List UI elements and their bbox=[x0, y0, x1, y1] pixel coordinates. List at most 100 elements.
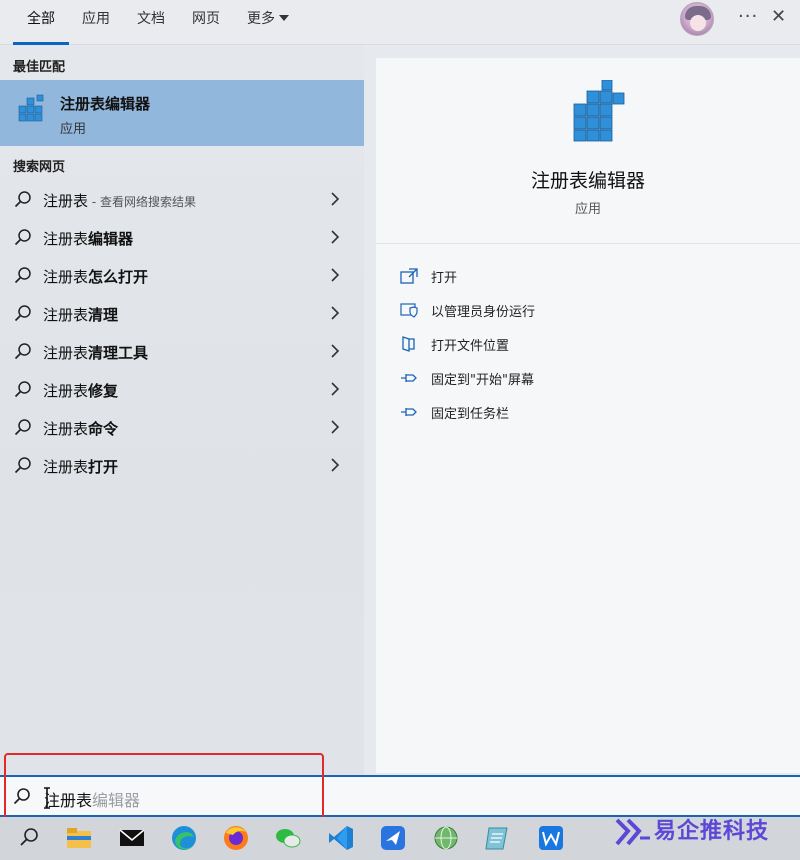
result-prefix: 注册表 bbox=[43, 306, 89, 324]
avatar[interactable] bbox=[680, 2, 714, 36]
feishu-icon[interactable] bbox=[378, 823, 408, 853]
result-suffix: 打开 bbox=[88, 458, 119, 476]
action-label: 以管理员身份运行 bbox=[431, 305, 536, 320]
wps-icon[interactable] bbox=[536, 823, 566, 853]
search-icon bbox=[13, 788, 30, 805]
result-label: 注册表命令 bbox=[43, 418, 118, 439]
action-item[interactable]: 以管理员身份运行 bbox=[376, 295, 800, 325]
app-type: 应用 bbox=[574, 202, 601, 217]
action-label: 固定到任务栏 bbox=[431, 407, 510, 422]
divider bbox=[376, 243, 800, 244]
tab-apps-label: 应用 bbox=[82, 11, 110, 27]
search-icon bbox=[14, 191, 31, 208]
result-prefix: 注册表 bbox=[43, 344, 89, 362]
file-explorer-icon[interactable] bbox=[64, 823, 94, 853]
web-search-result[interactable]: 注册表清理工具 bbox=[0, 333, 364, 371]
result-suffix: 清理 bbox=[88, 306, 119, 324]
watermark-logo-icon bbox=[615, 818, 650, 846]
result-prefix: 注册表 bbox=[43, 192, 89, 210]
edge-icon[interactable] bbox=[169, 823, 199, 853]
result-label: 注册表打开 bbox=[43, 456, 118, 477]
action-label: 打开 bbox=[431, 271, 458, 286]
search-input[interactable]: 注册表编辑器 bbox=[44, 787, 140, 811]
search-icon bbox=[14, 419, 31, 436]
web-search-result[interactable]: 注册表清理 bbox=[0, 295, 364, 333]
avatar-face bbox=[690, 15, 706, 31]
chevron-right-icon[interactable] bbox=[329, 266, 341, 284]
best-match-heading: 最佳匹配 bbox=[13, 60, 66, 75]
web-search-result[interactable]: 注册表 - 查看网络搜索结果 bbox=[0, 181, 364, 219]
result-suffix: 命令 bbox=[88, 420, 119, 438]
best-match-item[interactable]: 注册表编辑器 应用 bbox=[0, 80, 364, 146]
result-label: 注册表编辑器 bbox=[43, 228, 133, 249]
watermark-text: 易企推科技 bbox=[654, 819, 770, 844]
web-search-result[interactable]: 注册表修复 bbox=[0, 371, 364, 409]
best-match-name: 注册表编辑器 bbox=[60, 95, 151, 113]
app-title: 注册表编辑器 bbox=[530, 170, 645, 192]
shield-icon bbox=[400, 303, 418, 318]
tab-apps[interactable]: 应用 bbox=[82, 0, 110, 45]
search-suggestion-text: 编辑器 bbox=[92, 791, 141, 810]
tab-documents-label: 文档 bbox=[137, 11, 165, 27]
search-icon[interactable] bbox=[14, 823, 44, 853]
pin-icon bbox=[401, 408, 417, 416]
search-icon bbox=[14, 305, 31, 322]
action-label: 打开文件位置 bbox=[431, 339, 510, 354]
watermark: 易企推科技 bbox=[614, 813, 769, 853]
action-item[interactable]: 固定到任务栏 bbox=[376, 397, 800, 427]
result-suffix: 清理工具 bbox=[88, 344, 149, 362]
result-prefix: 注册表 bbox=[43, 268, 89, 286]
chevron-right-icon[interactable] bbox=[329, 304, 341, 322]
result-suffix: 编辑器 bbox=[88, 230, 134, 248]
action-item[interactable]: 固定到"开始"屏幕 bbox=[376, 363, 800, 393]
globe-icon[interactable] bbox=[431, 823, 461, 853]
web-search-result[interactable]: 注册表怎么打开 bbox=[0, 257, 364, 295]
chevron-right-icon[interactable] bbox=[329, 228, 341, 246]
registry-editor-large-icon bbox=[573, 80, 625, 142]
details-pane: 注册表编辑器 应用 打开以管理员身份运行 打开文件位置固定到"开始"屏幕固定到任务… bbox=[376, 58, 800, 773]
search-icon bbox=[14, 381, 31, 398]
wechat-icon[interactable] bbox=[273, 823, 303, 853]
scope-tab-bar: 全部 应用 文档 网页 更多 ··· ✕ bbox=[0, 0, 800, 45]
tab-all[interactable]: 全部 bbox=[13, 0, 69, 45]
result-label: 注册表清理工具 bbox=[43, 342, 148, 363]
notes-icon[interactable] bbox=[483, 823, 513, 853]
vscode-icon[interactable] bbox=[326, 823, 356, 853]
chevron-right-icon[interactable] bbox=[329, 190, 341, 208]
result-prefix: 注册表 bbox=[43, 458, 89, 476]
web-search-result[interactable]: 注册表打开 bbox=[0, 447, 364, 485]
result-subtext: - 查看网络搜索结果 bbox=[88, 195, 196, 209]
tab-documents[interactable]: 文档 bbox=[137, 0, 165, 45]
tab-web[interactable]: 网页 bbox=[192, 0, 220, 45]
chevron-right-icon[interactable] bbox=[329, 380, 341, 398]
pin-icon bbox=[401, 374, 417, 382]
web-search-result[interactable]: 注册表命令 bbox=[0, 409, 364, 447]
search-icon bbox=[14, 229, 31, 246]
chevron-right-icon[interactable] bbox=[329, 342, 341, 360]
more-options-button[interactable]: ··· bbox=[738, 6, 758, 27]
web-search-result[interactable]: 注册表编辑器 bbox=[0, 219, 364, 257]
text-cursor-icon bbox=[44, 787, 50, 809]
result-label: 注册表修复 bbox=[43, 380, 118, 401]
chevron-down-icon bbox=[279, 15, 289, 21]
action-item[interactable]: 打开文件位置 bbox=[376, 329, 800, 359]
chevron-right-icon[interactable] bbox=[329, 418, 341, 436]
best-match-type: 应用 bbox=[60, 122, 87, 137]
tab-web-label: 网页 bbox=[192, 11, 220, 27]
results-pane: 最佳匹配 注册表编辑器 应用 搜索网页 注册表 - 查看网络搜索结果 注册表编辑器… bbox=[0, 45, 364, 775]
search-icon bbox=[14, 343, 31, 360]
open-icon bbox=[400, 268, 418, 284]
search-icon bbox=[14, 267, 31, 284]
firefox-icon[interactable] bbox=[221, 823, 251, 853]
close-button[interactable]: ✕ bbox=[771, 6, 786, 27]
tab-more[interactable]: 更多 bbox=[247, 0, 289, 45]
result-suffix: 怎么打开 bbox=[88, 268, 149, 286]
search-box[interactable]: 注册表编辑器 bbox=[0, 775, 800, 817]
action-item[interactable]: 打开 bbox=[376, 261, 800, 291]
mail-icon[interactable] bbox=[117, 823, 147, 853]
search-icon bbox=[14, 457, 31, 474]
chevron-right-icon[interactable] bbox=[329, 456, 341, 474]
result-suffix: 修复 bbox=[88, 382, 119, 400]
result-prefix: 注册表 bbox=[43, 230, 89, 248]
result-label: 注册表 - 查看网络搜索结果 bbox=[43, 190, 196, 211]
